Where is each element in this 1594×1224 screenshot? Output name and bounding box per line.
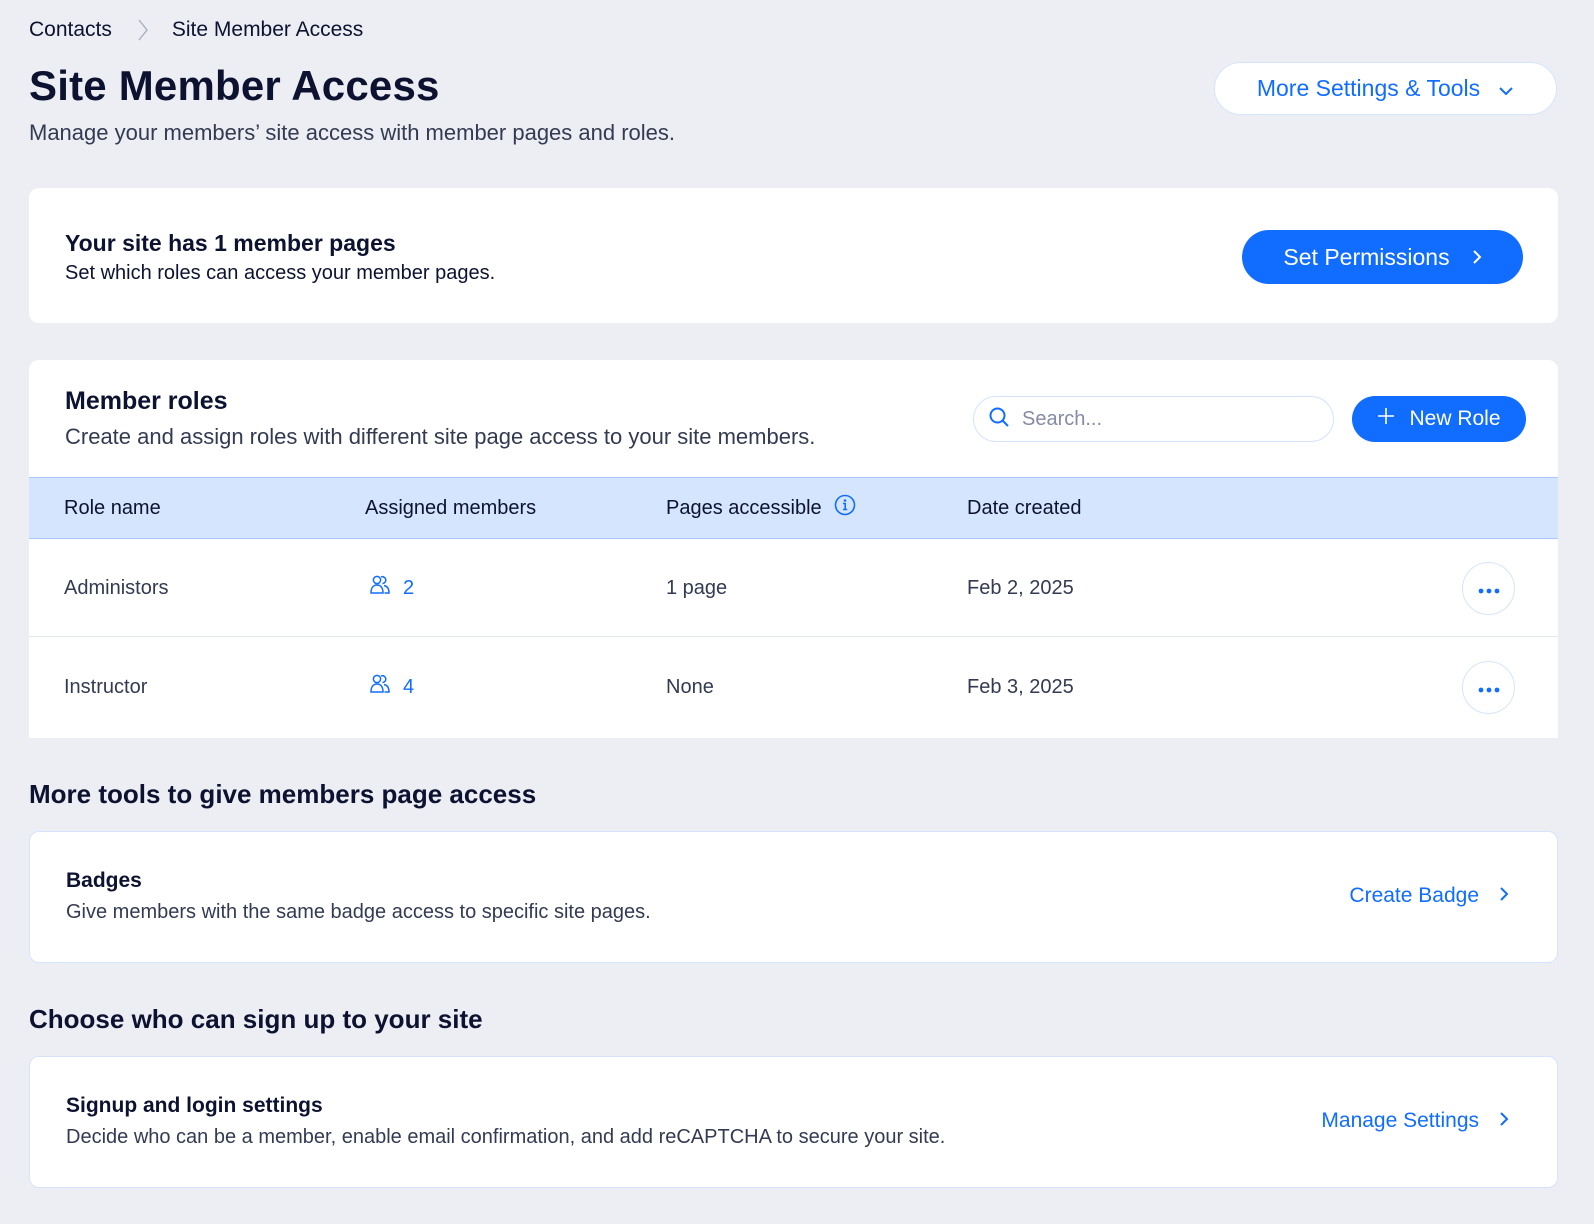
column-header-date-created[interactable]: Date created [967, 478, 1082, 538]
members-icon [369, 574, 391, 602]
row-actions-button[interactable] [1462, 661, 1515, 714]
table-row[interactable]: Instructor 4 None Feb 3, 2025 [29, 638, 1558, 736]
members-count: 2 [403, 576, 415, 599]
manage-settings-label: Manage Settings [1321, 1109, 1479, 1132]
badges-title: Badges [66, 869, 142, 892]
breadcrumb-item-contacts[interactable]: Contacts [29, 18, 112, 42]
set-permissions-button[interactable]: Set Permissions [1242, 230, 1523, 284]
chevron-right-icon [1499, 1109, 1509, 1133]
member-roles-description: Create and assign roles with different s… [65, 424, 816, 449]
role-name: Administors [64, 576, 169, 599]
more-settings-label: More Settings & Tools [1256, 75, 1481, 101]
member-roles-card: Member roles Create and assign roles wit… [29, 360, 1558, 738]
column-label: Role name [64, 496, 161, 519]
column-header-pages-accessible[interactable]: Pages accessible [666, 478, 856, 538]
member-pages-card: Your site has 1 member pages Set which r… [29, 188, 1558, 323]
row-actions-button[interactable] [1462, 562, 1515, 615]
member-roles-title: Member roles [65, 387, 228, 415]
info-icon[interactable] [834, 494, 856, 522]
more-tools-heading: More tools to give members page access [29, 779, 537, 809]
new-role-label: New Role [1409, 407, 1501, 430]
column-header-assigned-members[interactable]: Assigned members [365, 478, 536, 538]
create-badge-label: Create Badge [1349, 884, 1479, 907]
column-label: Date created [967, 496, 1082, 519]
chevron-down-icon [1498, 75, 1514, 102]
signup-settings-description: Decide who can be a member, enable email… [66, 1126, 946, 1148]
more-horizontal-icon [1478, 577, 1500, 600]
member-pages-title: Your site has 1 member pages [65, 230, 396, 256]
more-settings-button[interactable]: More Settings & Tools [1214, 62, 1557, 115]
manage-settings-link[interactable]: Manage Settings [1321, 1109, 1509, 1133]
members-count: 4 [403, 675, 415, 698]
page-subtitle: Manage your members’ site access with me… [29, 120, 676, 145]
new-role-button[interactable]: New Role [1352, 396, 1526, 442]
pages-accessible: 1 page [666, 576, 728, 599]
search-field[interactable] [973, 396, 1334, 442]
assigned-members-link[interactable]: 4 [369, 638, 414, 736]
column-label: Pages accessible [666, 496, 822, 519]
signup-settings-card: Signup and login settings Decide who can… [29, 1056, 1558, 1188]
set-permissions-label: Set Permissions [1283, 243, 1450, 270]
assigned-members-link[interactable]: 2 [369, 539, 414, 637]
date-created: Feb 2, 2025 [967, 576, 1074, 599]
member-pages-description: Set which roles can access your member p… [65, 262, 496, 284]
column-header-role-name[interactable]: Role name [64, 478, 161, 538]
chevron-right-icon [138, 19, 148, 41]
table-row[interactable]: Administors 2 1 page Feb 2, 2025 [29, 539, 1558, 637]
plus-icon [1377, 407, 1395, 431]
roles-table-header: Role name Assigned members Pages accessi… [29, 477, 1558, 539]
signup-heading: Choose who can sign up to your site [29, 1004, 483, 1034]
role-name: Instructor [64, 675, 148, 698]
create-badge-link[interactable]: Create Badge [1349, 884, 1509, 908]
more-horizontal-icon [1478, 676, 1500, 699]
date-created: Feb 3, 2025 [967, 675, 1074, 698]
search-input[interactable] [1022, 407, 1312, 431]
breadcrumb: Contacts Site Member Access [29, 18, 363, 42]
chevron-right-icon [1499, 884, 1509, 908]
signup-settings-title: Signup and login settings [66, 1094, 323, 1117]
pages-accessible: None [666, 675, 714, 698]
chevron-right-icon [1472, 244, 1482, 271]
members-icon [369, 673, 391, 701]
badges-description: Give members with the same badge access … [66, 901, 651, 923]
column-label: Assigned members [365, 496, 537, 519]
page-title: Site Member Access [29, 62, 440, 109]
breadcrumb-item-current: Site Member Access [171, 18, 364, 41]
search-icon [988, 406, 1010, 433]
badges-card: Badges Give members with the same badge … [29, 831, 1558, 963]
